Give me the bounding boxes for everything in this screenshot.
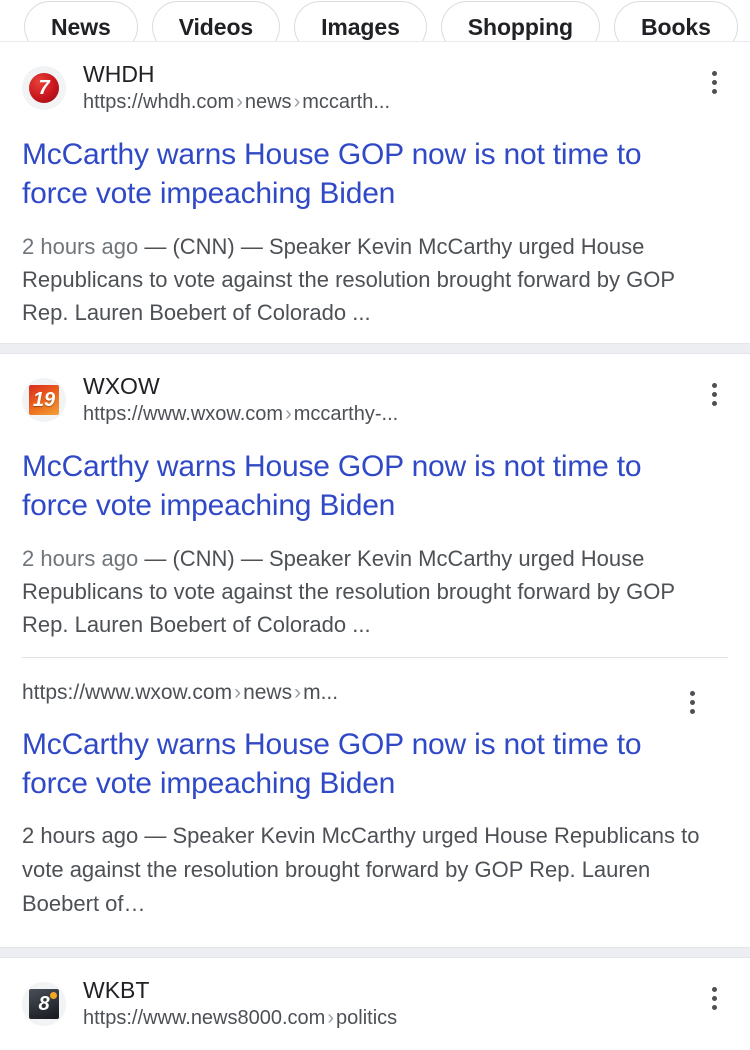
site-name: WXOW (83, 373, 160, 399)
url-separator-icon: › (327, 1007, 335, 1029)
filter-chip-shopping[interactable]: Shopping (440, 1, 600, 42)
result-header[interactable]: 8 WKBT https://www.news8000.com › politics (22, 976, 728, 1031)
url-crumb: politics (336, 1007, 398, 1029)
search-result-wxow[interactable]: 19 WXOW https://www.wxow.com › mccarthy-..… (0, 354, 750, 947)
search-result-wkbt[interactable]: 8 WKBT https://www.news8000.com › politics… (0, 958, 750, 1050)
three-dot-menu-icon[interactable] (696, 980, 732, 1016)
filter-chip-label: Shopping (467, 13, 573, 40)
url-crumb: mccarth... (302, 91, 391, 113)
result-url: https://www.wxow.com › mccarthy-... (83, 402, 398, 427)
whdh-favicon: 7 (22, 65, 66, 110)
result-header[interactable]: 19 WXOW https://www.wxow.com › mccarthy-..… (22, 372, 728, 427)
url-crumb: m... (303, 681, 339, 704)
sitelink-subresult-wxow[interactable]: https://www.wxow.com›news›m... McCarthy … (22, 657, 728, 933)
result-title-link[interactable]: McCarthy warns House GOP now is not time… (22, 447, 672, 525)
search-filter-chip-bar[interactable]: News Videos Images Shopping Books Maps F… (0, 0, 750, 42)
snippet-date: 2 hours ago (22, 234, 139, 259)
filter-chip-label: Images (321, 13, 400, 40)
url-separator-icon: › (234, 681, 242, 704)
url-separator-icon: › (293, 91, 301, 113)
result-header[interactable]: 7 WHDH https://whdh.com › news › mccarth... (22, 60, 728, 115)
filter-chip-label: News (51, 13, 111, 40)
result-snippet: 2 hours ago — (CNN) — Speaker Kevin McCa… (22, 230, 722, 329)
site-meta: WHDH https://whdh.com › news › mccarth... (83, 60, 390, 115)
subresult-url: https://www.wxow.com›news›m... (22, 680, 706, 705)
wxow-favicon-glyph: 19 (29, 384, 59, 415)
url-separator-icon: › (294, 681, 302, 704)
wkbt-favicon: 8 (22, 981, 66, 1026)
wkbt-favicon-glyph: 8 (29, 988, 59, 1019)
search-result-whdh[interactable]: 7 WHDH https://whdh.com › news › mccarth... … (0, 42, 750, 343)
url-domain: https://www.news8000.com (83, 1007, 326, 1029)
whdh-favicon-glyph: 7 (29, 72, 59, 103)
filter-chip-news[interactable]: News (24, 1, 138, 42)
url-separator-icon: › (236, 91, 243, 113)
subresult-snippet: 2 hours ago — Speaker Kevin McCarthy urg… (22, 819, 706, 921)
filter-chip-images[interactable]: Images (294, 1, 427, 42)
site-name: WHDH (83, 61, 155, 87)
url-domain: https://www.wxow.com (22, 681, 233, 704)
wxow-favicon: 19 (22, 377, 66, 422)
filter-chip-label: Books (641, 13, 711, 40)
result-group-separator (0, 343, 750, 354)
site-meta: WXOW https://www.wxow.com › mccarthy-... (83, 372, 398, 427)
result-url: https://www.news8000.com › politics (83, 1006, 397, 1031)
result-url: https://whdh.com › news › mccarth... (83, 90, 390, 115)
url-separator-icon: › (285, 403, 292, 425)
url-crumb: news (243, 681, 293, 704)
three-dot-menu-icon[interactable] (696, 376, 732, 412)
result-group-separator (0, 947, 750, 958)
three-dot-menu-icon[interactable] (696, 64, 732, 100)
subresult-title-link[interactable]: McCarthy warns House GOP now is not time… (22, 725, 682, 803)
url-crumb: news (244, 91, 292, 113)
filter-chip-videos[interactable]: Videos (151, 1, 281, 42)
result-snippet: 2 hours ago — (CNN) — Speaker Kevin McCa… (22, 542, 722, 641)
three-dot-menu-icon[interactable] (674, 684, 710, 720)
snippet-date: 2 hours ago (22, 546, 139, 571)
site-name: WKBT (83, 977, 150, 1003)
snippet-date: 2 hours ago (22, 823, 139, 848)
filter-chip-books[interactable]: Books (614, 1, 738, 42)
site-meta: WKBT https://www.news8000.com › politics (83, 976, 397, 1031)
url-domain: https://whdh.com (83, 91, 235, 113)
url-domain: https://www.wxow.com (83, 403, 284, 425)
url-crumb: mccarthy-... (293, 403, 399, 425)
result-title-link[interactable]: McCarthy warns House GOP now is not time… (22, 135, 672, 213)
filter-chip-label: Videos (178, 13, 254, 40)
